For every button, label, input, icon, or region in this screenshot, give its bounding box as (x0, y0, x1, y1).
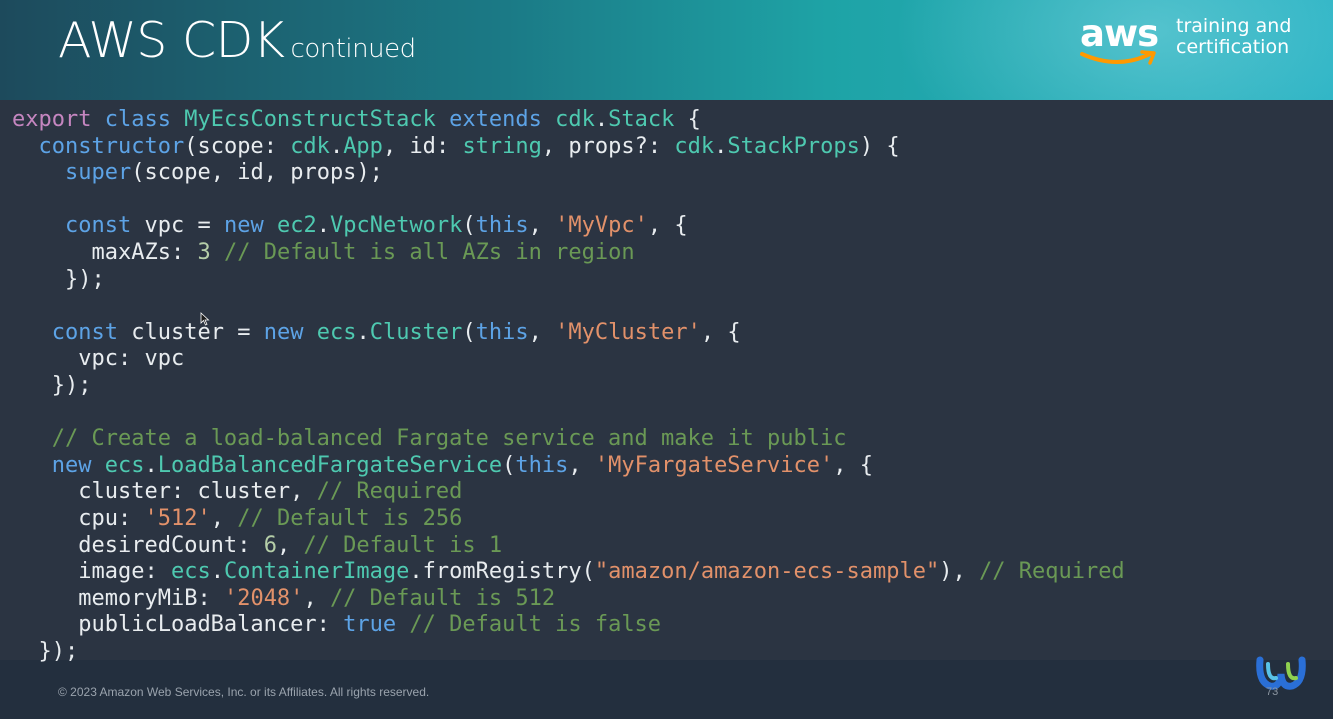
mouse-cursor-icon (200, 312, 210, 326)
slide-title-subtitle: continued (290, 34, 417, 64)
code-line: cpu: '512', // Default is 256 (78, 506, 463, 531)
code-line: const cluster = new ecs.Cluster(this, 'M… (51, 319, 741, 345)
code-line: desiredCount: 6, // Default is 1 (78, 532, 503, 558)
code-line: const vpc = new ec2.VpcNetwork(this, 'My… (64, 213, 688, 239)
code-line: maxAZs: 3 // Default is all AZs in regio… (91, 240, 635, 265)
code-line: export class MyEcsConstructStack extends… (12, 107, 701, 132)
slide-title-main: AWS CDK (58, 12, 285, 69)
code-line: }); (12, 266, 105, 292)
aws-training-logo: aws training and certification (1078, 10, 1310, 70)
copyright-footer: © 2023 Amazon Web Services, Inc. or its … (58, 685, 430, 699)
code-line: memoryMiB: '2048', // Default is 512 (78, 585, 556, 611)
code-line: cluster: cluster, // Required (78, 479, 463, 505)
code-line: image: ecs.ContainerImage.fromRegistry("… (78, 559, 1125, 585)
code-line: new ecs.LoadBalancedFargateService(this,… (51, 452, 874, 478)
aws-smile-icon (1080, 50, 1156, 65)
corner-logo-icon (1256, 656, 1306, 690)
code-line: publicLoadBalancer: true // Default is f… (78, 612, 662, 638)
logo-text-line2: certification (1176, 36, 1290, 58)
code-line: // Create a load-balanced Fargate servic… (51, 426, 847, 452)
code-line: }); (12, 639, 79, 664)
code-line: }); (12, 373, 92, 398)
code-line: vpc: vpc (78, 346, 185, 372)
code-line: constructor(scope: cdk.App, id: string, … (38, 133, 900, 159)
slide-header: AWS CDK continued aws training and certif… (0, 0, 1333, 100)
code-panel: export class MyEcsConstructStack extends… (0, 100, 1333, 664)
slide-title: AWS CDK continued (58, 12, 416, 69)
training-certification-label: training and certification (1176, 16, 1291, 58)
logo-text-line1: training and (1176, 15, 1292, 37)
code-line: super(scope, id, props); (64, 160, 383, 186)
page-number: 73 (1266, 686, 1279, 698)
aws-wordmark: aws (1080, 12, 1159, 55)
